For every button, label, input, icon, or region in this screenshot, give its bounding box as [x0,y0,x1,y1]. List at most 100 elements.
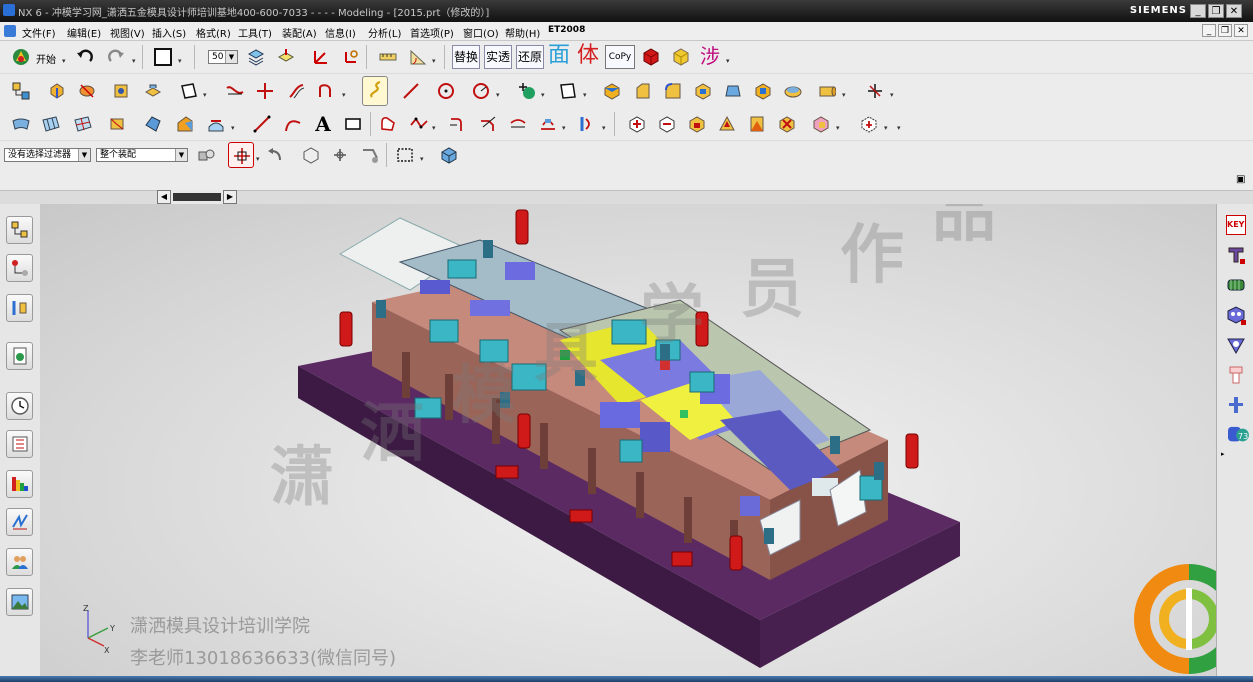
realistic-transparent-button[interactable]: 实透 [484,45,512,69]
polygon-button[interactable] [406,111,432,137]
doc-close-button[interactable]: ✕ [1234,24,1248,37]
toolbar1-more-icon[interactable]: ▾ [726,44,732,70]
view-orient-button[interactable] [436,142,462,168]
transform-dropdown-icon[interactable]: ▾ [884,111,890,137]
process-studio-tab[interactable] [6,508,33,536]
marquee-dropdown-icon[interactable]: ▾ [420,142,426,168]
menu-window[interactable]: 窗口(O) [463,25,499,40]
assembly-navigator-tab[interactable] [6,216,33,244]
menu-info[interactable]: 信息(I) [325,25,356,40]
wcs-dynamic-button[interactable] [338,44,364,70]
shell-button[interactable] [690,78,716,104]
scroll-thumb[interactable] [173,193,221,201]
surface-dropdown-icon[interactable]: ▾ [231,111,237,137]
nx-menu-icon[interactable] [4,25,16,37]
move-to-layer-button[interactable] [273,44,299,70]
tab-scroller[interactable]: ◀ ▶ [157,190,237,204]
curve-dropdown-icon[interactable]: ▾ [342,78,348,104]
draft-button[interactable] [720,78,746,104]
start-button[interactable] [8,44,34,70]
constraint-navigator-tab[interactable] [6,254,33,282]
toolbar3-more-icon[interactable]: ▾ [897,111,903,137]
status-badge-button[interactable]: 73 [1223,422,1253,448]
more-tools-icon[interactable]: ▸ [1221,450,1225,458]
subtract-button[interactable] [750,78,776,104]
pad-button[interactable] [140,78,166,104]
through-mesh-button[interactable] [70,111,96,137]
undo-selection-button[interactable] [262,142,288,168]
assembly-navigator-button[interactable] [8,78,34,104]
menu-file[interactable]: 文件(F) [22,25,56,40]
ruled-surface-button[interactable] [8,111,34,137]
project-dropdown-icon[interactable]: ▾ [602,111,608,137]
select-point-button[interactable] [327,142,353,168]
profile-button[interactable] [376,111,402,137]
face-button[interactable]: 面 [548,43,570,69]
punch-tool-button[interactable] [1223,362,1249,388]
point-dropdown-icon[interactable]: ▾ [541,78,547,104]
replace-button[interactable]: 替换 [452,45,480,69]
through-curves-button[interactable] [38,111,64,137]
start-label[interactable]: 开始 [36,51,56,66]
select-edge-button[interactable] [357,142,383,168]
menu-help[interactable]: 帮助(H) [505,25,540,40]
datum-plane-button[interactable] [176,78,202,104]
trim-curve-button[interactable] [222,78,248,104]
revolve-button[interactable] [74,78,100,104]
body-op-dropdown-icon[interactable]: ▾ [836,111,842,137]
edit-curve-dropdown-icon[interactable]: ▾ [562,111,568,137]
die-assembly-model[interactable] [40,204,1216,676]
trim-body-button[interactable] [203,111,229,137]
doc-minimize-button[interactable]: _ [1202,24,1216,37]
web-browser-tab[interactable] [6,342,33,370]
boolean-intersect-button[interactable] [684,111,710,137]
text-tool-button[interactable]: A [310,111,336,137]
chamfer-curve-button[interactable] [475,111,501,137]
intersect-curve-button[interactable] [252,78,278,104]
menu-et2008[interactable]: ET2008 [548,25,585,35]
redo-dropdown-icon[interactable]: ▾ [132,44,138,70]
red-cube-button[interactable] [638,44,664,70]
circle-button[interactable] [433,78,459,104]
redo-button[interactable] [103,44,129,70]
line-button[interactable] [398,78,424,104]
polygon-dropdown-icon[interactable]: ▾ [432,111,438,137]
scroll-right-arrow-icon[interactable]: ▶ [223,190,237,204]
offset-face-button[interactable] [780,78,806,104]
body-button[interactable]: 体 [577,43,599,69]
minimize-button[interactable]: _ [1190,4,1206,18]
history-tab[interactable] [6,392,33,420]
type-filter-select[interactable]: 没有选择过滤器 ▼ [4,148,91,162]
select-body-button[interactable] [298,142,324,168]
zoom-select[interactable]: 50 ▼ [208,50,238,64]
wrap-geometry-button[interactable] [744,111,770,137]
datum-dropdown-icon[interactable]: ▾ [203,78,209,104]
extrude-button[interactable] [44,78,70,104]
swept-button[interactable] [104,111,130,137]
measure-distance-button[interactable] [375,44,401,70]
bridge-curve-button[interactable] [314,78,340,104]
sketch-dropdown-icon[interactable]: ▾ [178,44,184,70]
scroll-left-arrow-icon[interactable]: ◀ [157,190,171,204]
interference-button[interactable]: 涉 [700,43,720,69]
feature-dropdown-icon[interactable]: ▾ [842,78,848,104]
toolbar-options-icon[interactable]: ▣ [1236,174,1245,185]
menu-analysis[interactable]: 分析(L) [368,25,401,40]
point-button[interactable] [514,78,540,104]
undo-button[interactable] [72,44,98,70]
guide-post-tool-button[interactable] [1223,392,1249,418]
boolean-subtract-button[interactable] [654,111,680,137]
pilot-tool-button[interactable] [1223,332,1249,358]
measure-angle-button[interactable] [405,44,431,70]
sketch-arc-button[interactable] [280,111,306,137]
menu-view[interactable]: 视图(V) [110,25,145,40]
chamfer-button[interactable] [630,78,656,104]
rectangle-button[interactable] [340,111,366,137]
reuse-library-tab[interactable] [6,430,33,458]
arc-dropdown-icon[interactable]: ▾ [496,78,502,104]
edge-blend-button[interactable] [660,78,686,104]
extend-curve-button[interactable] [505,111,531,137]
split-curve-button[interactable] [535,111,561,137]
roles-tab[interactable] [6,548,33,576]
rectangle-plane-button[interactable] [555,78,581,104]
